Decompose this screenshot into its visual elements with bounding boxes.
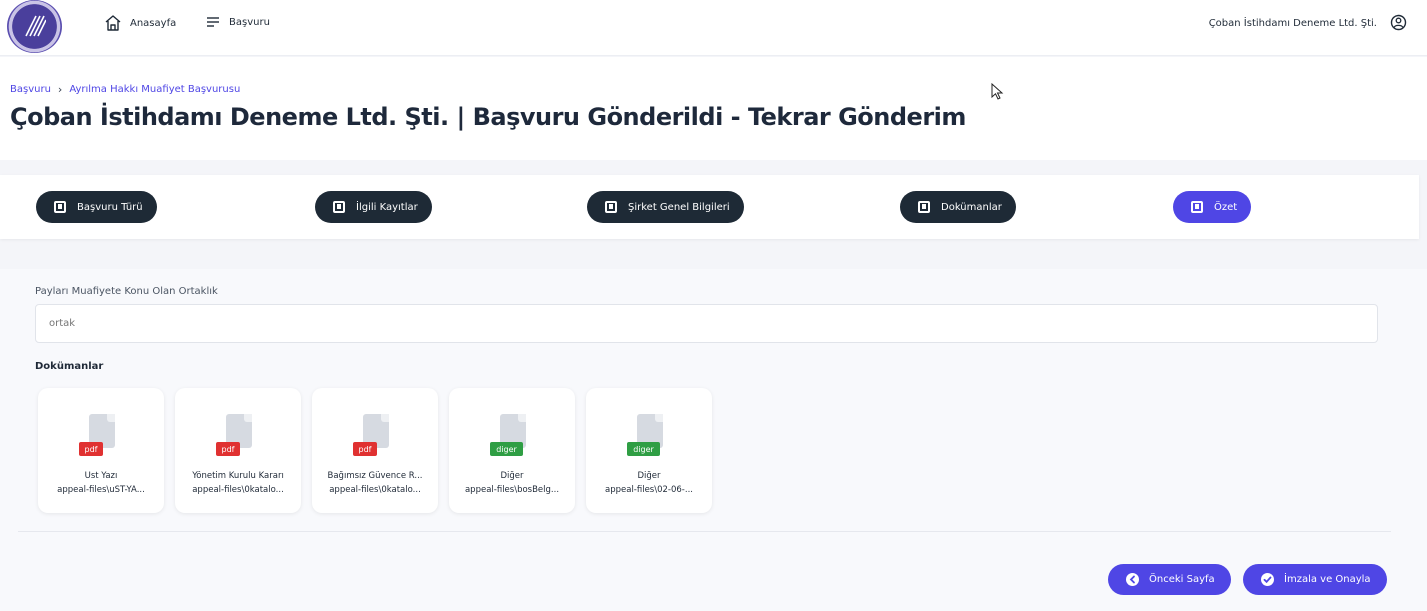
document-card[interactable]: pdf Bağımsız Güvence R... appeal-files\0… (312, 388, 438, 513)
document-card[interactable]: pdf Üst Yazı appeal-files\uST-YA... (38, 388, 164, 513)
user-name[interactable]: Çoban İstihdamı Deneme Ltd. Şti. (1209, 18, 1377, 29)
bookmark-icon (333, 201, 345, 213)
file-type-badge: diger (627, 442, 660, 456)
step-sirket-genel-bilgileri[interactable]: Şirket Genel Bilgileri (587, 191, 744, 223)
check-circle-icon (1261, 573, 1274, 586)
file-type-badge: pdf (216, 442, 240, 456)
document-card[interactable]: pdf Yönetim Kurulu Kararı appeal-files\0… (175, 388, 301, 513)
breadcrumb-basvuru[interactable]: Başvuru (10, 84, 51, 95)
nav-home-link[interactable]: Anasayfa (104, 14, 176, 32)
document-path: appeal-files\uST-YA... (57, 485, 145, 495)
documents-title: Dokümanlar (35, 361, 104, 372)
sign-and-approve-button[interactable]: İmzala ve Onayla (1243, 564, 1387, 595)
breadcrumb: Başvuru › Ayrılma Hakkı Muafiyet Başvuru… (10, 83, 240, 96)
document-card[interactable]: diger Diğer appeal-files\02-06-... (586, 388, 712, 513)
sign-and-approve-label: İmzala ve Onayla (1284, 574, 1371, 585)
arrow-left-circle-icon (1126, 573, 1139, 586)
document-path: appeal-files\02-06-... (605, 485, 693, 495)
bookmark-icon (1191, 201, 1203, 213)
logo-stripes-icon (25, 15, 46, 37)
step-ilgili-kayitlar[interactable]: İlgili Kayıtlar (315, 191, 432, 223)
nav-basvuru-label: Başvuru (229, 16, 270, 28)
organization-logo[interactable] (7, 0, 62, 53)
menu-icon (207, 17, 219, 27)
breadcrumb-current[interactable]: Ayrılma Hakkı Muafiyet Başvurusu (69, 84, 240, 95)
home-icon (105, 15, 121, 31)
step-dokumanlar[interactable]: Dokümanlar (900, 191, 1016, 223)
document-card[interactable]: diger Diğer appeal-files\bosBelg... (449, 388, 575, 513)
partnership-label: Payları Muafiyete Konu Olan Ortaklık (35, 286, 218, 297)
document-path: appeal-files\bosBelg... (464, 485, 560, 495)
document-name: Diğer (637, 471, 661, 481)
document-path: appeal-files\0katalo... (329, 485, 421, 495)
summary-panel: Payları Muafiyete Konu Olan Ortaklık Dok… (0, 269, 1427, 611)
file-type-badge: pdf (79, 442, 103, 456)
document-name: Diğer (500, 471, 524, 481)
page-header: Başvuru › Ayrılma Hakkı Muafiyet Başvuru… (0, 57, 1427, 160)
step-label: Dokümanlar (941, 201, 1002, 213)
step-label: Şirket Genel Bilgileri (628, 201, 730, 213)
bookmark-icon (918, 201, 930, 213)
top-navbar: Anasayfa Başvuru Çoban İstihdamı Deneme … (0, 0, 1427, 56)
previous-page-label: Önceki Sayfa (1149, 574, 1215, 585)
document-name: Bağımsız Güvence R... (327, 471, 423, 481)
document-path: appeal-files\0katalo... (192, 485, 284, 495)
bookmark-icon (54, 201, 66, 213)
step-label: Özet (1214, 201, 1238, 213)
mouse-pointer-icon (991, 83, 1004, 100)
partnership-field[interactable] (35, 304, 1378, 343)
wizard-steps: Başvuru Türü İlgili Kayıtlar Şirket Gene… (0, 175, 1419, 239)
step-label: Başvuru Türü (77, 201, 143, 213)
step-label: İlgili Kayıtlar (356, 201, 418, 213)
bookmark-icon (605, 201, 617, 213)
previous-page-button[interactable]: Önceki Sayfa (1108, 564, 1231, 595)
file-type-badge: pdf (353, 442, 377, 456)
divider (18, 531, 1391, 532)
page-title: Çoban İstihdamı Deneme Ltd. Şti. | Başvu… (10, 103, 966, 131)
nav-home-label: Anasayfa (130, 17, 177, 29)
file-type-badge: diger (490, 442, 523, 456)
document-name: Üst Yazı (84, 471, 118, 481)
step-basvuru-turu[interactable]: Başvuru Türü (36, 191, 157, 223)
user-account-icon[interactable] (1390, 14, 1407, 31)
nav-basvuru-link[interactable]: Başvuru (205, 14, 270, 30)
chevron-right-icon: › (57, 83, 63, 96)
step-ozet[interactable]: Özet (1173, 191, 1252, 223)
document-name: Yönetim Kurulu Kararı (192, 471, 284, 481)
